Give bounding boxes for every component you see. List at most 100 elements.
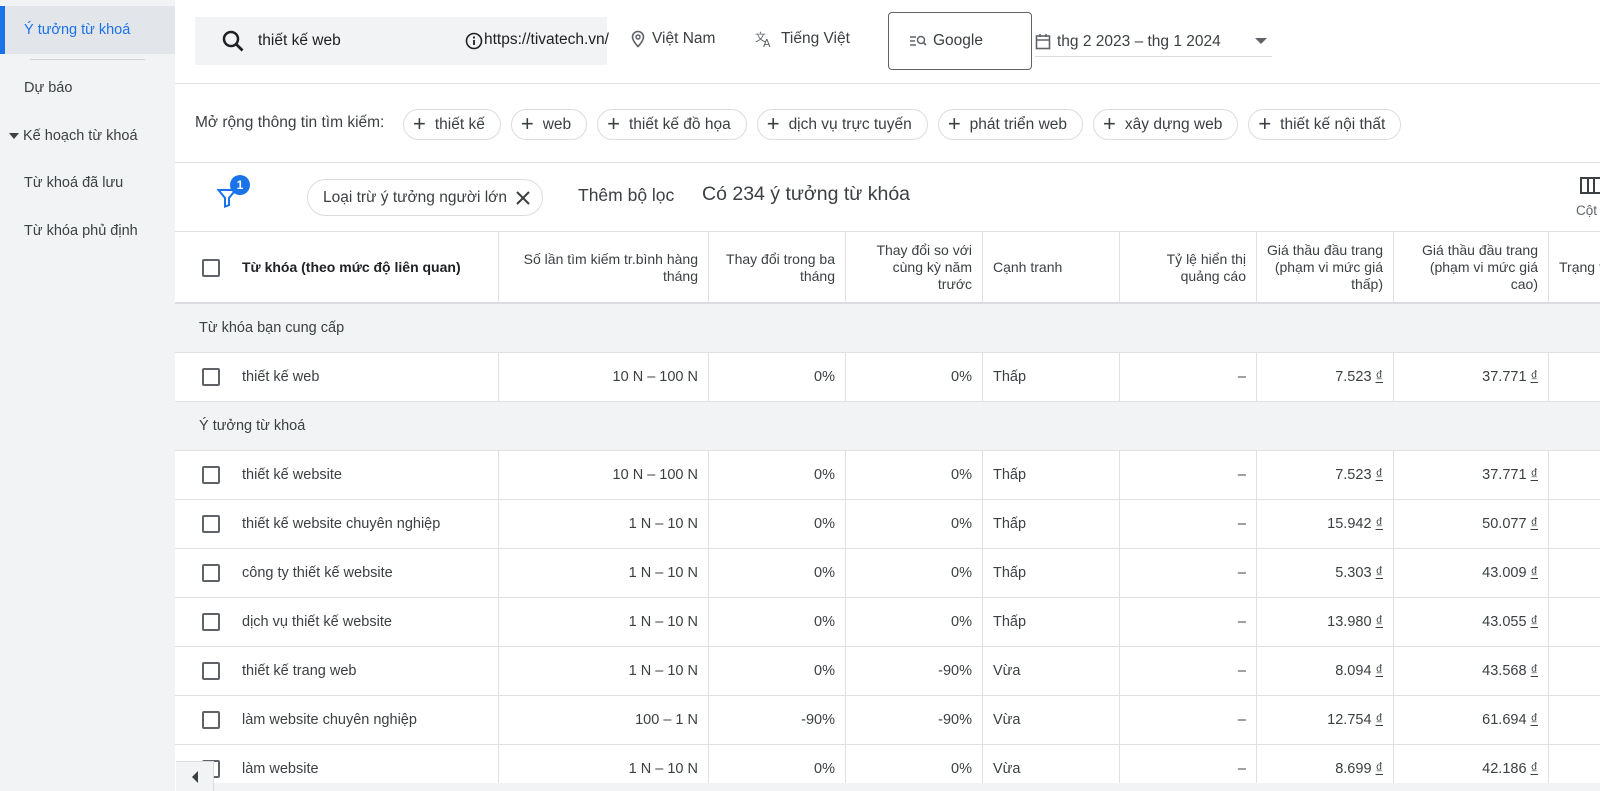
- table-row[interactable]: thiết kế web 10 N – 100 N 0% 0% Thấp –7.523 ₫…: [175, 353, 1600, 402]
- cell-impression-share-value: –: [1237, 369, 1246, 385]
- cell-bid-high: 43.055 ₫: [1394, 598, 1549, 646]
- chip-label: web: [542, 115, 572, 133]
- location-pin-icon: [631, 30, 645, 48]
- cell-status: [1549, 549, 1600, 597]
- cell-competition-value: Thấp: [993, 369, 1027, 385]
- calendar-icon: [1035, 34, 1051, 50]
- row-checkbox[interactable]: [202, 662, 220, 680]
- table-row[interactable]: làm website chuyên nghiệp 100 – 1 N -90% -9…: [175, 696, 1600, 745]
- refine-chip[interactable]: + thiết kế đồ họa: [597, 109, 747, 140]
- keyword-text: thiết kế web: [242, 369, 320, 385]
- select-all-checkbox[interactable]: [202, 259, 220, 277]
- col-avg-searches[interactable]: Số lần tìm kiếm tr.bình hàng tháng: [499, 232, 709, 303]
- currency-symbol: ₫: [1375, 565, 1383, 581]
- scroll-left-button[interactable]: [176, 761, 214, 791]
- table-row[interactable]: thiết kế trang web 1 N – 10 N 0% -90% Vừa –8.…: [175, 647, 1600, 696]
- col-keyword[interactable]: Từ khóa (theo mức độ liên quan): [175, 232, 499, 303]
- cell-bid-low: 7.523 ₫: [1257, 451, 1394, 499]
- translate-icon: 文A: [755, 30, 771, 48]
- plus-icon: +: [413, 110, 426, 136]
- col-bid-low[interactable]: Giá thầu đầu trang (phạm vi mức giá thấp…: [1257, 232, 1394, 303]
- horizontal-scrollbar[interactable]: [214, 783, 1600, 791]
- cell-three-month-change-value: 0%: [814, 369, 835, 385]
- table-row[interactable]: thiết kế website chuyên nghiệp 1 N – 10 N…: [175, 500, 1600, 549]
- cell-keyword: làm website chuyên nghiệp: [175, 696, 499, 744]
- search-keyword[interactable]: thiết kế web: [258, 32, 341, 50]
- cell-yoy-change: -90%: [846, 647, 983, 695]
- row-checkbox[interactable]: [202, 564, 220, 582]
- search-box[interactable]: thiết kế web https://tivatech.vn/: [195, 17, 609, 65]
- cell-bid-high-value: 43.009: [1482, 565, 1527, 581]
- language-selector[interactable]: 文A Tiếng Việt: [755, 30, 850, 48]
- sidebar-item-keyword-plans[interactable]: Kế hoạch từ khoá: [0, 112, 175, 160]
- cell-avg-searches: 100 – 1 N: [499, 696, 709, 744]
- close-icon[interactable]: [514, 189, 532, 207]
- refine-chip[interactable]: + dịch vụ trực tuyến: [756, 109, 928, 140]
- row-checkbox[interactable]: [202, 368, 220, 386]
- refine-chip[interactable]: + thiết kế nội thất: [1248, 109, 1402, 140]
- cell-three-month-change: -90%: [709, 696, 846, 744]
- sidebar-item-forecast[interactable]: Dự báo: [0, 64, 175, 112]
- refine-chips: + thiết kế + web + thiết kế đồ họa + dịch vụ…: [403, 109, 1402, 140]
- cell-keyword: dịch vụ thiết kế website: [175, 598, 499, 646]
- cell-yoy-change: 0%: [846, 353, 983, 401]
- adult-ideas-filter-chip[interactable]: Loại trừ ý tưởng người lớn: [307, 179, 543, 216]
- cell-bid-low-value: 13.980: [1327, 614, 1372, 630]
- cell-avg-searches-value: 10 N – 100 N: [612, 369, 698, 385]
- refine-chip[interactable]: + web: [510, 109, 588, 140]
- columns-label[interactable]: Cột: [1576, 203, 1597, 218]
- table-row[interactable]: dịch vụ thiết kế website 1 N – 10 N 0% 0% Th…: [175, 598, 1600, 647]
- cell-yoy-change: 0%: [846, 549, 983, 597]
- sidebar-item-saved-keywords[interactable]: Từ khoá đã lưu: [0, 159, 175, 207]
- sidebar-item-negative-keywords[interactable]: Từ khóa phủ định: [0, 207, 175, 255]
- chip-label: thiết kế đồ họa: [629, 115, 731, 133]
- cell-status: [1549, 598, 1600, 646]
- row-checkbox[interactable]: [202, 711, 220, 729]
- cell-three-month-change: 0%: [709, 598, 846, 646]
- col-competition[interactable]: Cạnh tranh: [983, 232, 1120, 303]
- info-icon: [465, 32, 483, 50]
- currency-symbol: ₫: [1375, 712, 1383, 728]
- columns-icon[interactable]: [1580, 177, 1600, 195]
- row-checkbox[interactable]: [202, 613, 220, 631]
- table-row[interactable]: thiết kế website 10 N – 100 N 0% 0% Thấp –7.5…: [175, 451, 1600, 500]
- row-checkbox[interactable]: [202, 515, 220, 533]
- col-bid-high[interactable]: Giá thầu đầu trang (phạm vi mức giá cao): [1394, 232, 1549, 303]
- cell-yoy-change-value: -90%: [938, 663, 972, 679]
- cell-competition-value: Vừa: [993, 663, 1021, 679]
- cell-three-month-change-value: 0%: [814, 565, 835, 581]
- col-yoy-change[interactable]: Thay đổi so với cùng kỳ năm trước: [846, 232, 983, 303]
- location-selector[interactable]: Việt Nam: [630, 30, 715, 48]
- col-three-month-change[interactable]: Thay đổi trong ba tháng: [709, 232, 846, 303]
- cell-bid-low: 7.523 ₫: [1257, 353, 1394, 401]
- col-status[interactable]: Trạng t: [1549, 232, 1600, 303]
- date-range-selector[interactable]: thg 2 2023 – thg 1 2024: [1035, 27, 1272, 57]
- cell-competition: Thấp: [983, 549, 1120, 597]
- currency-symbol: ₫: [1530, 614, 1538, 630]
- cell-bid-high-value: 37.771: [1482, 369, 1527, 385]
- location-label: Việt Nam: [652, 30, 716, 47]
- search-engine-selector[interactable]: Google: [888, 12, 1032, 70]
- col-impression-share[interactable]: Tỷ lệ hiển thị quảng cáo: [1120, 232, 1257, 303]
- cell-avg-searches-value: 1 N – 10 N: [628, 516, 698, 532]
- refine-chip[interactable]: + phát triển web: [937, 109, 1084, 140]
- search-url[interactable]: https://tivatech.vn/: [484, 31, 609, 49]
- cell-competition-value: Thấp: [993, 614, 1027, 630]
- refine-chip[interactable]: + xây dựng web: [1093, 109, 1239, 140]
- keyword-text: làm website: [242, 761, 319, 777]
- language-label: Tiếng Việt: [781, 30, 850, 47]
- currency-symbol: ₫: [1375, 467, 1383, 483]
- cell-yoy-change: 0%: [846, 451, 983, 499]
- cell-keyword: công ty thiết kế website: [175, 549, 499, 597]
- cell-impression-share-value: –: [1237, 614, 1246, 630]
- sidebar-item-keyword-ideas[interactable]: Ý tưởng từ khoá: [0, 6, 175, 54]
- section-header: Ý tưởng từ khoá: [175, 402, 1600, 451]
- add-filter-button[interactable]: Thêm bộ lọc: [578, 185, 674, 206]
- cell-yoy-change-value: 0%: [951, 761, 972, 777]
- table-row[interactable]: công ty thiết kế website 1 N – 10 N 0% 0% Th…: [175, 549, 1600, 598]
- row-checkbox[interactable]: [202, 466, 220, 484]
- cell-bid-low: 8.094 ₫: [1257, 647, 1394, 695]
- cell-competition: Thấp: [983, 500, 1120, 548]
- cell-avg-searches-value: 1 N – 10 N: [628, 565, 698, 581]
- refine-chip[interactable]: + thiết kế: [403, 109, 501, 140]
